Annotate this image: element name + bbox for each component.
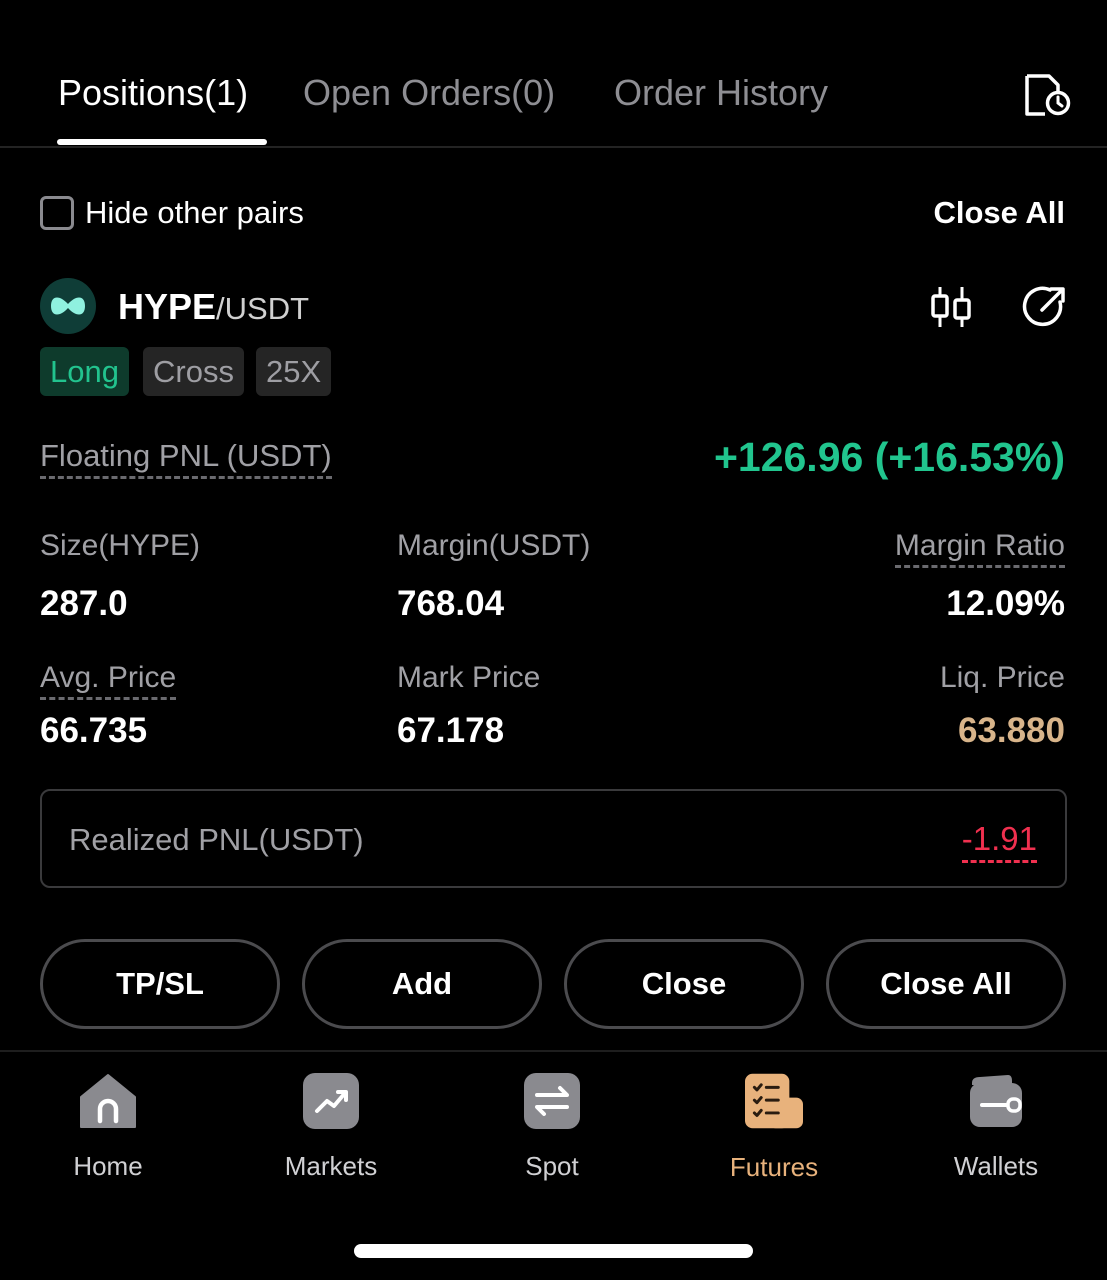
bottom-nav: Home Markets Spot Futures Wallets: [0, 1050, 1107, 1210]
realized-pnl-box: Realized PNL(USDT) -1.91: [40, 789, 1067, 888]
share-icon[interactable]: [1022, 284, 1068, 330]
futures-icon: [745, 1072, 803, 1130]
nav-wallets-label: Wallets: [953, 1151, 1039, 1181]
hide-other-pairs-checkbox[interactable]: [40, 196, 74, 230]
avg-price-label[interactable]: Avg. Price: [40, 661, 177, 700]
side-tag: Long: [40, 347, 129, 396]
pair-quote: /USDT: [216, 291, 310, 326]
pair-base: HYPE: [118, 286, 217, 327]
markets-icon: [302, 1072, 360, 1129]
floating-pnl-label[interactable]: Floating PNL (USDT): [40, 438, 332, 479]
spot-icon: [523, 1072, 581, 1129]
tab-positions[interactable]: Positions(1): [58, 72, 248, 114]
nav-wallets[interactable]: Wallets: [926, 1072, 1066, 1182]
close-all-button[interactable]: Close All: [826, 939, 1066, 1029]
floating-pnl-value: +126.96 (+16.53%): [713, 434, 1065, 480]
leverage-tag[interactable]: 25X: [256, 347, 332, 396]
nav-futures[interactable]: Futures: [704, 1072, 844, 1182]
nav-home-label: Home: [73, 1151, 143, 1181]
nav-futures-label: Futures: [729, 1152, 819, 1182]
nav-home[interactable]: Home: [38, 1072, 178, 1182]
margin-mode-tag: Cross: [143, 347, 244, 396]
nav-spot[interactable]: Spot: [482, 1072, 622, 1182]
add-button[interactable]: Add: [302, 939, 542, 1029]
margin-ratio-label[interactable]: Margin Ratio: [894, 529, 1065, 568]
history-icon[interactable]: [1022, 72, 1072, 118]
close-all-link[interactable]: Close All: [934, 195, 1066, 231]
nav-markets-label: Markets: [284, 1151, 378, 1181]
margin-value: 768.04: [397, 584, 505, 623]
tab-bar: Positions(1) Open Orders(0) Order Histor…: [0, 0, 1107, 148]
home-icon: [79, 1072, 137, 1129]
size-value: 287.0: [40, 584, 128, 623]
margin-ratio-value: 12.09%: [946, 584, 1065, 623]
liq-price-value: 63.880: [957, 711, 1065, 750]
close-button[interactable]: Close: [564, 939, 804, 1029]
home-indicator[interactable]: [354, 1244, 753, 1258]
nav-spot-label: Spot: [525, 1151, 579, 1181]
candlestick-chart-icon[interactable]: [928, 284, 974, 330]
trading-pair[interactable]: HYPE/USDT: [118, 286, 309, 328]
nav-markets[interactable]: Markets: [261, 1072, 401, 1182]
realized-pnl-value[interactable]: -1.91: [961, 820, 1037, 863]
hide-other-pairs-label[interactable]: Hide other pairs: [85, 195, 304, 231]
hype-logo-icon: [40, 278, 96, 334]
mark-price-label: Mark Price: [397, 661, 541, 694]
margin-label: Margin(USDT): [397, 529, 591, 562]
realized-pnl-label: Realized PNL(USDT): [69, 822, 364, 857]
mark-price-value: 67.178: [397, 711, 505, 750]
tab-open-orders[interactable]: Open Orders(0): [303, 72, 555, 114]
avg-price-value: 66.735: [40, 711, 148, 750]
liq-price-label: Liq. Price: [939, 661, 1065, 694]
tab-order-history[interactable]: Order History: [614, 72, 828, 114]
active-tab-indicator: [57, 139, 267, 145]
tp-sl-button[interactable]: TP/SL: [40, 939, 280, 1029]
wallets-icon: [967, 1072, 1025, 1129]
size-label: Size(HYPE): [40, 529, 201, 562]
